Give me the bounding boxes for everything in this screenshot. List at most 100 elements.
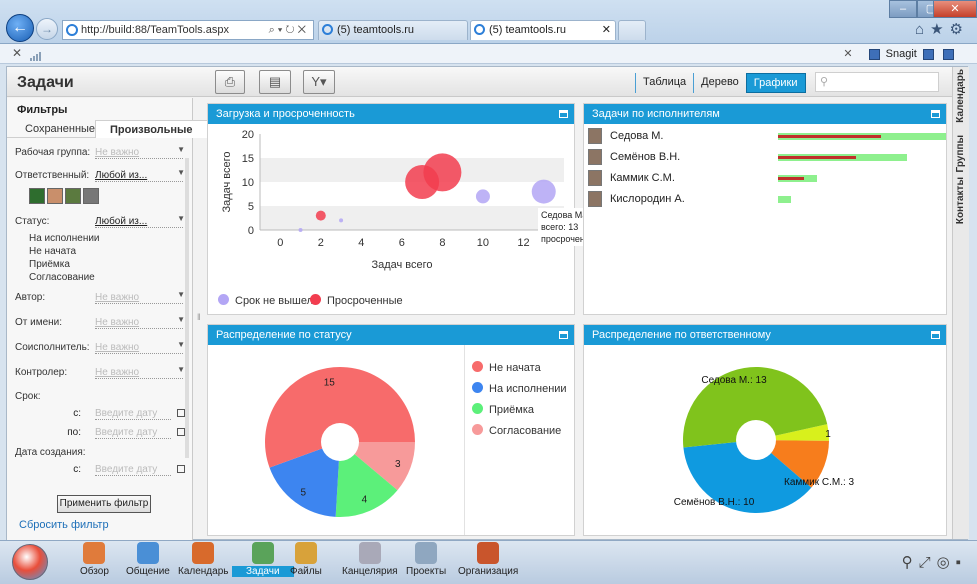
filter-value[interactable]: Любой из... [95, 170, 183, 182]
taskbar-item[interactable]: Общение [126, 542, 170, 580]
gear-icon[interactable]: ⚙ [950, 21, 969, 38]
search-input[interactable]: ⚲ [815, 72, 939, 92]
export-button[interactable]: ▤ [259, 70, 291, 94]
minimize-button[interactable]: ‒ [889, 0, 917, 18]
dropdown-arrow-icon[interactable]: ▼ [177, 365, 185, 374]
print-button[interactable]: ⎙ [215, 70, 245, 94]
filter-value[interactable]: Не важно [95, 317, 183, 329]
close-icon[interactable]: ✕ [843, 48, 852, 60]
apply-filter-button[interactable]: Применить фильтр [57, 495, 151, 513]
legend-dot-icon [472, 361, 483, 372]
capture-icon[interactable] [922, 48, 934, 60]
dropdown-arrow-icon[interactable]: ▼ [177, 168, 185, 177]
calendar-icon[interactable] [177, 465, 185, 473]
avatar[interactable] [29, 188, 45, 204]
address-bar[interactable]: http://build:88/TeamTools.aspx ⌕▾↻✕ [62, 20, 314, 40]
dropdown-arrow-icon[interactable]: ▼ [177, 340, 185, 349]
side-tab-calendar[interactable]: Календарь [955, 69, 966, 123]
browser-tab-1[interactable]: (5) teamtools.ru [318, 20, 468, 40]
search-icon[interactable]: ⚲ [902, 554, 919, 571]
legend-overdue[interactable]: Просроченные [310, 294, 403, 307]
avatar[interactable] [47, 188, 63, 204]
filter-value[interactable]: Любой из... [95, 216, 183, 228]
taskbar-item[interactable]: Файлы [290, 542, 322, 580]
legend-not-expired[interactable]: Срок не вышел [218, 294, 313, 307]
filter-controller[interactable]: Контролер: Не важно ▼ [15, 365, 185, 381]
executor-row[interactable]: Седова М. [588, 128, 948, 146]
snagit-label[interactable]: Snagit [886, 48, 917, 60]
date-input[interactable]: Введите дату [95, 408, 171, 420]
filter-value[interactable]: Не важно [95, 147, 183, 159]
filter-work-group[interactable]: Рабочая группа: Не важно ▼ [15, 145, 185, 161]
snagit-icon[interactable] [868, 48, 880, 60]
side-tab-contacts[interactable]: Контакты [955, 177, 966, 224]
home-icon[interactable]: ⌂ [915, 21, 930, 38]
filter-value[interactable]: Не важно [95, 367, 183, 379]
tab-table[interactable]: Таблица [635, 73, 693, 93]
close-tab-icon[interactable]: ✕ [602, 21, 611, 39]
maximize-panel-icon[interactable] [931, 110, 940, 118]
taskbar-item[interactable]: Проекты [406, 542, 446, 580]
taskbar-item[interactable]: Календарь [178, 542, 228, 580]
date-input[interactable]: Введите дату [95, 464, 171, 476]
legend-approval[interactable]: Согласование [472, 424, 561, 437]
address-controls-icon[interactable]: ⌕▾↻✕ [269, 21, 309, 39]
browser-tab-2[interactable]: (5) teamtools.ru ✕ [470, 20, 616, 40]
dropdown-arrow-icon[interactable]: ▼ [177, 145, 185, 154]
taskbar-item[interactable]: Канцелярия [342, 542, 398, 580]
maximize-panel-icon[interactable] [559, 110, 568, 118]
taskbar-item[interactable]: Организация [458, 542, 518, 580]
reset-filter-link[interactable]: Сбросить фильтр [19, 519, 109, 531]
splitter-handle[interactable]: ‖ [197, 312, 201, 322]
y-tick-label: 5 [248, 201, 254, 213]
avatar[interactable] [83, 188, 99, 204]
filter-status[interactable]: Статус: Любой из... ▼ [15, 214, 185, 230]
executor-row[interactable]: Каммик С.М. [588, 170, 948, 188]
calendar-icon[interactable] [177, 409, 185, 417]
deadline-from[interactable]: с: Введите дату [15, 408, 185, 422]
favorites-icon[interactable]: ★ [930, 21, 949, 38]
filter-author[interactable]: Автор: Не важно ▼ [15, 290, 185, 306]
legend-acceptance[interactable]: Приёмка [472, 403, 534, 416]
forward-button[interactable]: → [36, 18, 58, 40]
filter-value[interactable]: Не важно [95, 342, 183, 354]
help-icon[interactable]: ◎ [937, 554, 956, 571]
calendar-icon[interactable] [177, 428, 185, 436]
avatar[interactable] [65, 188, 81, 204]
deadline-to[interactable]: по: Введите дату [15, 427, 185, 441]
filter-dropdown-button[interactable]: Y▾ [303, 70, 335, 94]
back-button[interactable]: ← [6, 14, 34, 42]
taskbar-item[interactable]: Задачи [232, 542, 294, 580]
side-tab-groups[interactable]: Группы [955, 135, 966, 172]
dropdown-arrow-icon[interactable]: ▼ [177, 315, 185, 324]
fullscreen-icon[interactable]: ⤢ [919, 554, 937, 571]
date-input[interactable]: Введите дату [95, 427, 171, 439]
tab-custom-filters[interactable]: Произвольные [95, 120, 208, 138]
app-logo-icon[interactable] [12, 544, 48, 580]
legend-not-started[interactable]: Не начата [472, 361, 541, 374]
filter-coexecutor[interactable]: Соисполнитель: Не важно ▼ [15, 340, 185, 356]
close-bar-icon[interactable]: ✕ [12, 46, 22, 60]
legend-in-progress[interactable]: На исполнении [472, 382, 567, 395]
executor-row[interactable]: Семёнов В.Н. [588, 149, 948, 167]
capture-window-icon[interactable] [943, 48, 954, 60]
tab-tree[interactable]: Дерево [693, 73, 746, 93]
close-window-button[interactable]: ✕ [933, 0, 977, 18]
taskbar-item[interactable]: Обзор [80, 542, 109, 580]
executor-row[interactable]: Кислородин А. [588, 191, 948, 209]
tab-charts[interactable]: Графики [745, 73, 806, 93]
sidebar-scrollbar[interactable] [185, 158, 189, 458]
new-tab-button[interactable] [618, 20, 646, 40]
maximize-panel-icon[interactable] [559, 331, 568, 339]
maximize-panel-icon[interactable] [931, 331, 940, 339]
dropdown-arrow-icon[interactable]: ▼ [177, 214, 185, 223]
right-side-panel: Календарь Группы Контакты [952, 67, 969, 539]
dropdown-arrow-icon[interactable]: ▼ [177, 290, 185, 299]
filter-responsible[interactable]: Ответственный: Любой из... ▼ [15, 168, 185, 184]
created-from[interactable]: с: Введите дату [15, 464, 185, 478]
tab-saved-filters[interactable]: Сохраненные [25, 123, 95, 135]
filter-on-behalf[interactable]: От имени: Не важно ▼ [15, 315, 185, 331]
filter-tabs: Сохраненные Произвольные [7, 120, 208, 138]
user-avatar-icon[interactable]: ▪ [956, 554, 967, 571]
filter-value[interactable]: Не важно [95, 292, 183, 304]
